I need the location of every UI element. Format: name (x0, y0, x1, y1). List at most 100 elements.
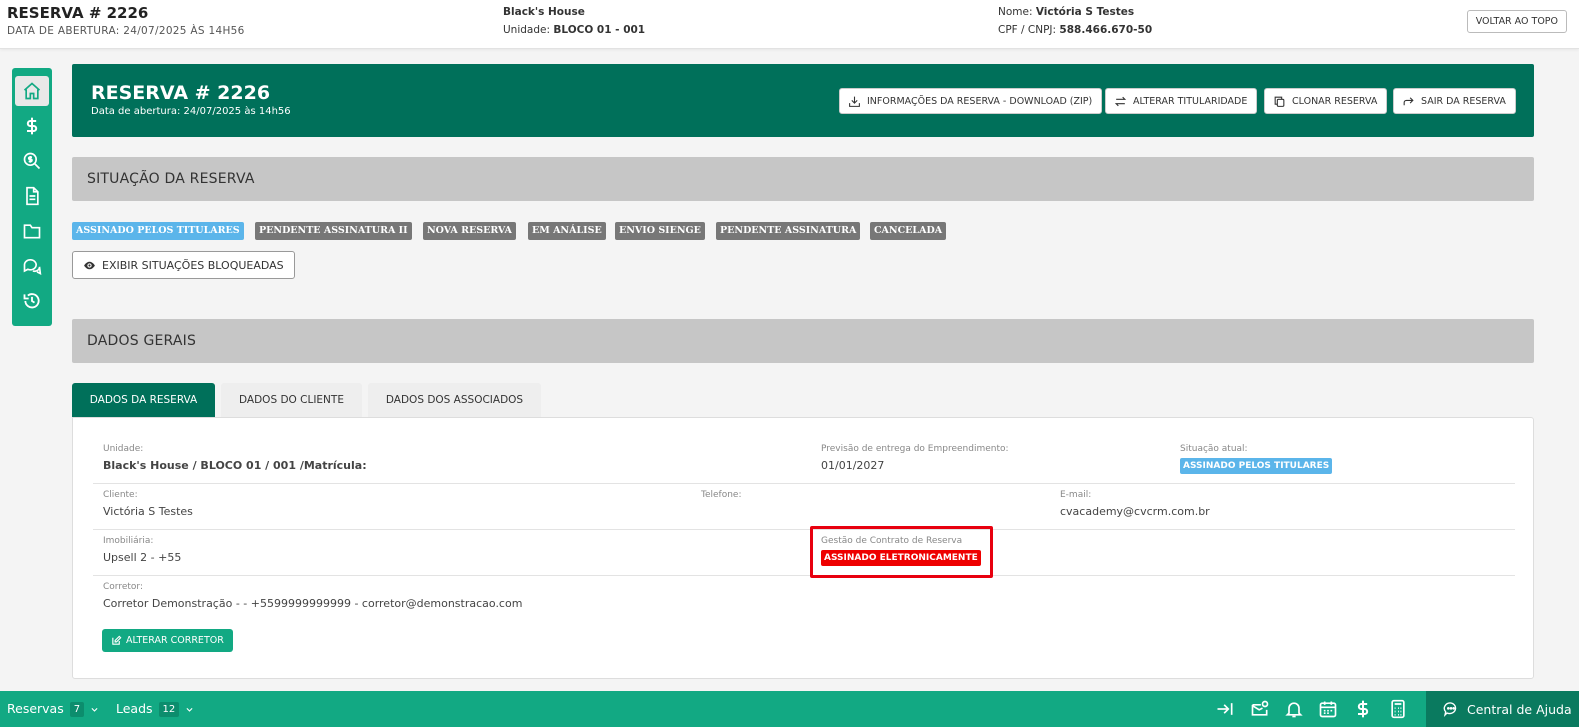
leads-label: Leads (116, 701, 153, 716)
sidebar (12, 68, 52, 326)
calendar-icon[interactable] (1318, 699, 1338, 719)
help-center-label: Central de Ajuda (1467, 701, 1572, 717)
top-name-value: Victória S Testes (1035, 6, 1135, 18)
download-info-label: INFORMAÇÕES DA RESERVA - DOWNLOAD (ZIP) (867, 95, 1093, 107)
search-dollar-icon (23, 152, 41, 170)
info-row-broker: Corretor: Corretor Demonstração - - +559… (93, 576, 1515, 622)
tab-client-data[interactable]: DADOS DO CLIENTE (221, 383, 362, 418)
calculator-icon[interactable] (1388, 699, 1408, 719)
phone-label: Telefone: (701, 490, 742, 500)
top-project-name: Black's House (503, 6, 585, 18)
highlight-box (810, 526, 993, 578)
sidebar-item-history[interactable] (15, 286, 49, 316)
sidebar-item-messages[interactable] (15, 251, 49, 281)
info-row-client: Cliente: Victória S Testes Telefone: E-m… (93, 484, 1515, 530)
info-row-unit: Unidade: Black's House / BLOCO 01 / 001 … (93, 438, 1515, 484)
top-client-info: Nome: Victória S Testes CPF / CNPJ: 588.… (998, 3, 1152, 39)
reservation-data-panel: Unidade: Black's House / BLOCO 01 / 001 … (72, 417, 1534, 679)
delivery-forecast-value: 01/01/2027 (821, 459, 885, 472)
show-blocked-status-label: EXIBIR SITUAÇÕES BLOQUEADAS (102, 258, 284, 272)
unit-value: Black's House / BLOCO 01 / 001 /Matrícul… (103, 459, 367, 472)
general-data-section-header: DADOS GERAIS (72, 319, 1534, 363)
reservation-opening-date: Data de abertura: 24/07/2025 às 14h56 (91, 106, 291, 117)
history-icon (23, 293, 40, 309)
clone-reservation-button[interactable]: CLONAR RESERVA (1264, 88, 1388, 114)
change-ownership-label: ALTERAR TITULARIDADE (1133, 95, 1248, 107)
change-broker-label: ALTERAR CORRETOR (126, 635, 224, 646)
chevron-down-icon (186, 707, 193, 712)
dollar-icon[interactable] (1353, 699, 1373, 719)
status-badge-new-reservation[interactable]: NOVA RESERVA (423, 222, 516, 240)
mail-settings-icon[interactable] (1250, 699, 1270, 719)
tab-associates-data[interactable]: DADOS DOS ASSOCIADOS (368, 383, 541, 418)
reservations-menu[interactable]: Reservas 7 (7, 691, 99, 727)
sidebar-item-documents[interactable] (15, 181, 49, 211)
top-opening-date: DATA DE ABERTURA: 24/07/2025 ÀS 14H56 (7, 25, 245, 37)
change-broker-button[interactable]: ALTERAR CORRETOR (102, 629, 233, 652)
sidebar-item-search-finance[interactable] (15, 146, 49, 176)
swap-icon (1114, 96, 1127, 106)
change-ownership-button[interactable]: ALTERAR TITULARIDADE (1105, 88, 1258, 114)
client-label: Cliente: (103, 490, 138, 500)
document-icon (26, 186, 39, 206)
reservations-label: Reservas (7, 701, 64, 716)
top-doc-label: CPF / CNPJ: (998, 24, 1057, 36)
status-badge-signed[interactable]: ASSINADO PELOS TITULARES (72, 222, 244, 240)
exit-reservation-button[interactable]: SAIR DA RESERVA (1393, 88, 1516, 114)
reservation-header: RESERVA # 2226 Data de abertura: 24/07/2… (72, 64, 1534, 137)
info-row-agency: Imobiliária: Upsell 2 - +55 Gestão de Co… (93, 530, 1515, 576)
status-section-header: SITUAÇÃO DA RESERVA (72, 157, 1534, 201)
copy-icon (1274, 96, 1285, 107)
top-unit-label: Unidade: (503, 24, 551, 36)
tab-reservation-data[interactable]: DADOS DA RESERVA (72, 383, 215, 418)
top-reservation-title: RESERVA # 2226 (7, 4, 149, 22)
chat-icon (23, 258, 42, 275)
agency-label: Imobiliária: (103, 536, 154, 546)
sidebar-item-home[interactable] (15, 76, 49, 106)
bottom-bar: Reservas 7 Leads 12 Central de Ajuda (0, 691, 1579, 727)
download-info-button[interactable]: INFORMAÇÕES DA RESERVA - DOWNLOAD (ZIP) (839, 88, 1103, 114)
top-project-info: Black's House Unidade: BLOCO 01 - 001 (503, 3, 645, 39)
top-doc-value: 588.466.670-50 (1059, 24, 1153, 36)
unit-label: Unidade: (103, 444, 144, 454)
delivery-forecast-label: Previsão de entrega do Empreendimento: (821, 444, 1009, 454)
reservation-title: RESERVA # 2226 (91, 82, 271, 104)
leads-count: 12 (158, 701, 180, 717)
chevron-down-icon (91, 707, 98, 712)
back-to-top-button[interactable]: VOLTAR AO TOPO (1466, 10, 1567, 33)
agency-value: Upsell 2 - +55 (103, 551, 182, 564)
home-icon (23, 82, 41, 100)
help-center-button[interactable]: Central de Ajuda (1426, 691, 1579, 727)
current-status-label: Situação atual: (1180, 444, 1248, 454)
top-name-label: Nome: (998, 6, 1033, 18)
show-blocked-status-button[interactable]: EXIBIR SITUAÇÕES BLOQUEADAS (72, 251, 295, 279)
dollar-icon (26, 117, 38, 135)
status-badge-pending-signature[interactable]: PENDENTE ASSINATURA (716, 222, 861, 240)
status-badge-sienge[interactable]: ENVIO SIENGE (615, 222, 705, 240)
exit-reservation-label: SAIR DA RESERVA (1421, 95, 1506, 107)
reservations-count: 7 (69, 701, 85, 717)
top-unit-value: BLOCO 01 - 001 (553, 24, 646, 36)
broker-label: Corretor: (103, 582, 143, 592)
status-badge-in-analysis[interactable]: EM ANÁLISE (528, 222, 606, 240)
leads-menu[interactable]: Leads 12 (116, 691, 194, 727)
download-icon (849, 96, 860, 107)
status-badge-cancelled[interactable]: CANCELADA (870, 222, 947, 240)
status-badge-pending-signature-ii[interactable]: PENDENTE ASSINATURA II (255, 222, 412, 240)
bell-icon[interactable] (1284, 699, 1304, 719)
folder-icon (23, 224, 41, 239)
email-label: E-mail: (1060, 490, 1092, 500)
current-status-badge: ASSINADO PELOS TITULARES (1180, 458, 1333, 474)
sidebar-item-folder[interactable] (15, 216, 49, 246)
eye-icon (84, 261, 95, 269)
chat-bubble-icon (1443, 702, 1457, 717)
sidebar-item-finance[interactable] (15, 111, 49, 141)
edit-icon (112, 635, 122, 645)
top-bar: RESERVA # 2226 DATA DE ABERTURA: 24/07/2… (0, 0, 1579, 49)
share-forward-icon (1403, 96, 1414, 105)
clone-reservation-label: CLONAR RESERVA (1292, 95, 1378, 107)
broker-value: Corretor Demonstração - - +5599999999999… (103, 597, 523, 610)
arrow-to-line-icon[interactable] (1215, 699, 1235, 719)
email-value: cvacademy@cvcrm.com.br (1060, 505, 1210, 518)
client-value: Victória S Testes (103, 505, 193, 518)
